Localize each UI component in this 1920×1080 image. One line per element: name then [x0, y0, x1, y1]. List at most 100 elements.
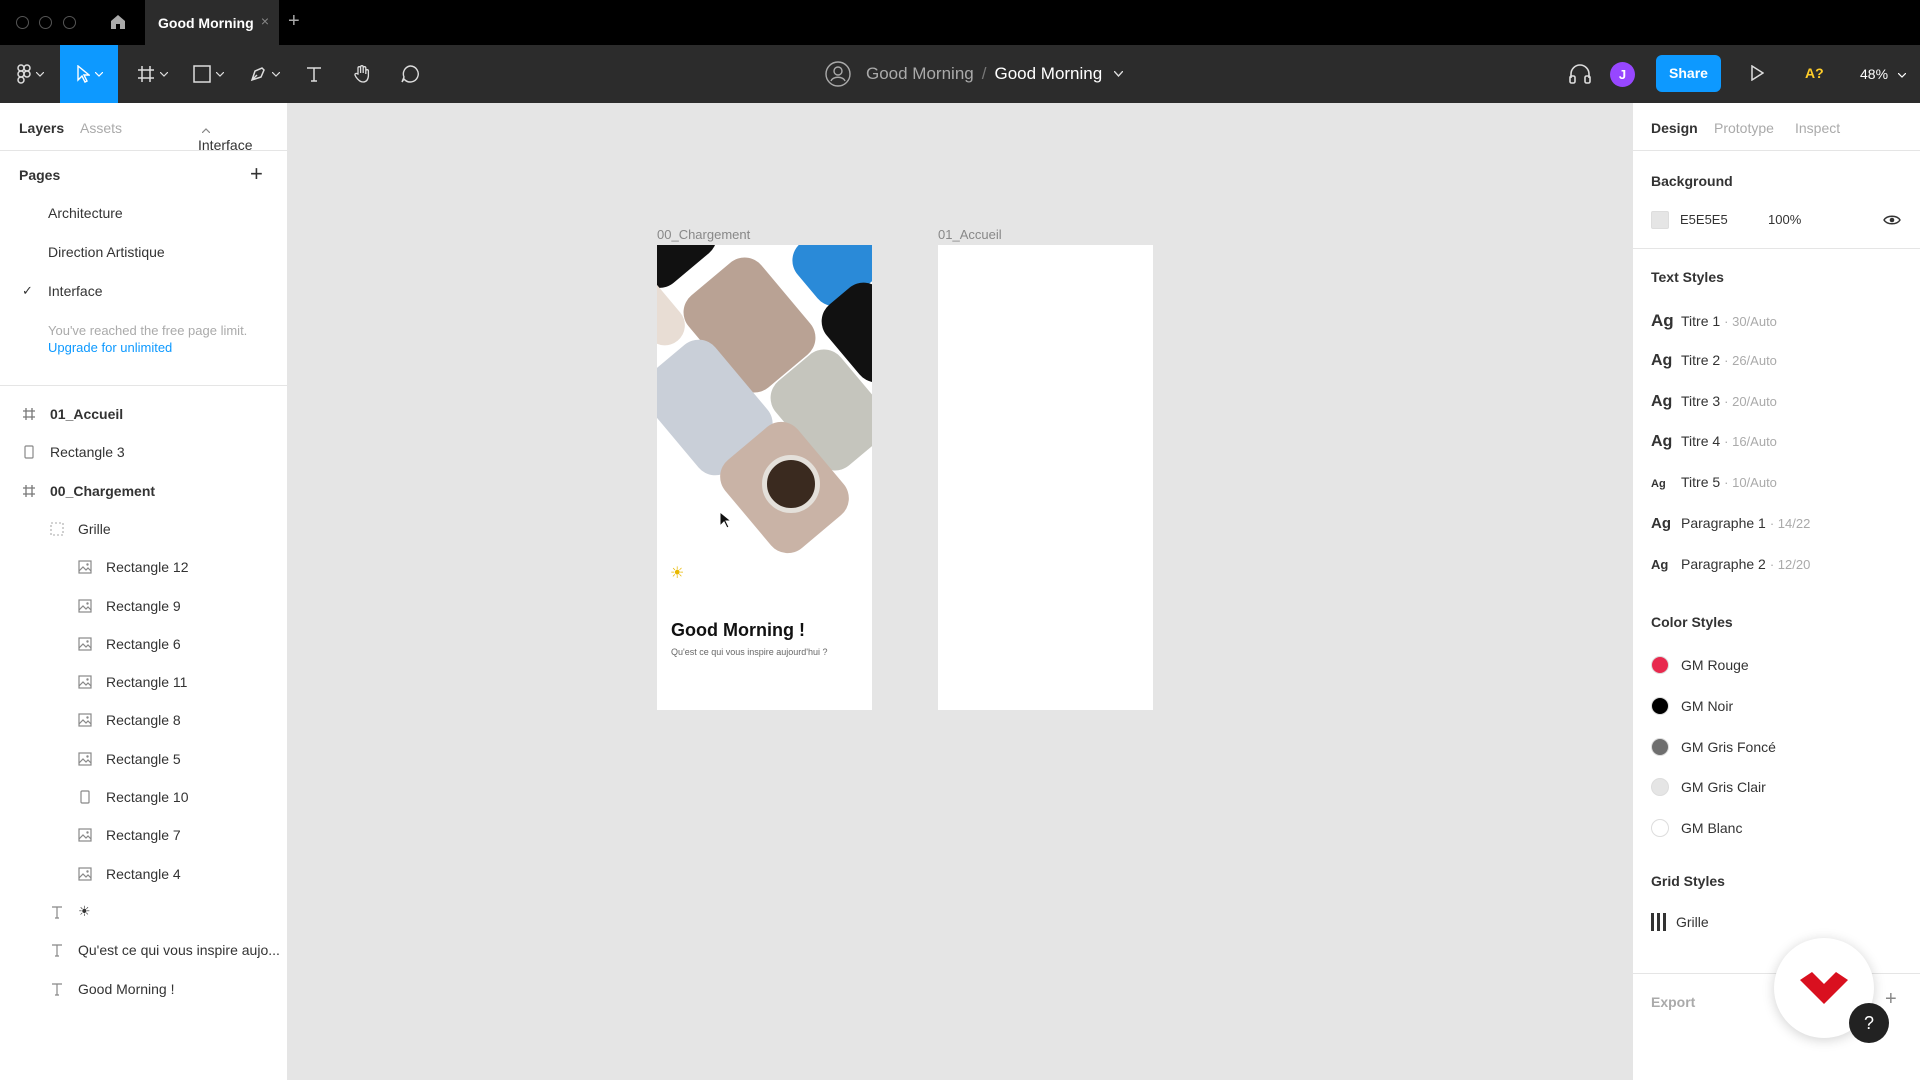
breadcrumb-separator: /: [981, 64, 987, 83]
background-opacity[interactable]: 100%: [1768, 212, 1801, 227]
image-icon: [74, 598, 96, 613]
color-style-item[interactable]: GM Gris Foncé: [1651, 737, 1776, 756]
check-icon: ✓: [22, 283, 33, 298]
text-style-meta: · 30/Auto: [1724, 314, 1777, 329]
layer-row[interactable]: Grille: [46, 510, 111, 548]
layer-row[interactable]: Good Morning !: [46, 970, 175, 1008]
layer-row[interactable]: Qu'est ce qui vous inspire aujo...: [46, 931, 280, 969]
comment-icon: [401, 65, 419, 83]
text-style-meta: · 26/Auto: [1724, 352, 1777, 368]
tab-layers[interactable]: Layers: [19, 120, 64, 136]
main-menu-button[interactable]: [10, 45, 50, 103]
properties-panel: Design Prototype Inspect Background E5E5…: [1632, 103, 1920, 1080]
frame-label-accueil[interactable]: 01_Accueil: [938, 227, 1002, 242]
window-minimize-button[interactable]: [39, 16, 52, 29]
text-tool-button[interactable]: [300, 45, 328, 103]
layer-row[interactable]: Rectangle 10: [74, 778, 189, 816]
layer-row[interactable]: Rectangle 9: [74, 587, 181, 625]
canvas[interactable]: 00_Chargement ☀ Good Morning ! Qu'est ce…: [288, 103, 1632, 1080]
mouse-cursor-icon: [719, 511, 732, 529]
frame-label-chargement[interactable]: 00_Chargement: [657, 227, 750, 242]
chevron-up-icon: [201, 128, 211, 134]
layer-label: Rectangle 3: [50, 444, 125, 461]
layer-row[interactable]: Rectangle 12: [74, 548, 189, 586]
move-tool-button[interactable]: [60, 45, 118, 103]
headphones-icon[interactable]: [1568, 63, 1592, 90]
layer-row[interactable]: Rectangle 3: [18, 433, 125, 471]
layer-row[interactable]: Rectangle 7: [74, 816, 181, 854]
color-style-item[interactable]: GM Blanc: [1651, 819, 1742, 838]
eye-icon[interactable]: [1883, 213, 1901, 231]
pen-tool-button[interactable]: [242, 45, 286, 103]
page-item-direction-artistique[interactable]: Direction Artistique: [48, 244, 165, 260]
grid-style-item[interactable]: Grille: [1651, 913, 1709, 931]
hand-tool-button[interactable]: [348, 45, 376, 103]
layer-label: Rectangle 4: [106, 865, 181, 882]
background-swatch[interactable]: [1651, 211, 1669, 229]
layer-row[interactable]: ☀: [46, 893, 91, 931]
frame-icon: [18, 407, 40, 421]
text-style-item[interactable]: Ag Titre 2 · 26/Auto: [1651, 352, 1777, 370]
text-style-item[interactable]: Ag Titre 1 · 30/Auto: [1651, 311, 1777, 331]
layer-row[interactable]: Rectangle 8: [74, 701, 181, 739]
zoom-level[interactable]: 48%: [1860, 66, 1907, 82]
color-style-item[interactable]: GM Noir: [1651, 696, 1733, 715]
frame-accueil[interactable]: [938, 245, 1153, 710]
color-styles-title: Color Styles: [1651, 614, 1733, 630]
page-item-interface[interactable]: Interface: [48, 283, 102, 299]
tab-design[interactable]: Design: [1651, 120, 1698, 136]
layer-row[interactable]: 01_Accueil: [18, 395, 123, 433]
chevron-down-icon: [271, 71, 280, 77]
play-icon[interactable]: [1750, 64, 1765, 86]
share-button[interactable]: Share: [1656, 55, 1721, 92]
breadcrumb-team[interactable]: Good Morning: [866, 64, 974, 84]
file-tab[interactable]: Good Morning ×: [145, 0, 279, 45]
font-warning-button[interactable]: A?: [1805, 65, 1824, 81]
layer-label: Rectangle 10: [106, 789, 189, 805]
text-icon: [307, 67, 321, 82]
add-export-icon[interactable]: +: [1885, 988, 1897, 1011]
frame-tool-button[interactable]: [130, 45, 174, 103]
chevron-down-icon: [1897, 72, 1907, 78]
layer-row[interactable]: Rectangle 6: [74, 625, 181, 663]
add-page-icon[interactable]: +: [250, 161, 263, 187]
layer-row[interactable]: Rectangle 4: [74, 855, 181, 893]
frame-chargement[interactable]: ☀ Good Morning ! Qu'est ce qui vous insp…: [657, 245, 872, 710]
text-style-item[interactable]: Ag Paragraphe 1 · 14/22: [1651, 515, 1810, 532]
window-zoom-button[interactable]: [63, 16, 76, 29]
color-style-item[interactable]: GM Gris Clair: [1651, 778, 1766, 797]
breadcrumb-file[interactable]: Good Morning: [994, 64, 1102, 84]
text-style-name: Paragraphe 2: [1681, 555, 1766, 572]
text-style-item[interactable]: Ag Paragraphe 2 · 12/20: [1651, 556, 1810, 572]
comment-tool-button[interactable]: [396, 45, 424, 103]
text-style-item[interactable]: Ag Titre 5 · 10/Auto: [1651, 474, 1777, 490]
layer-row[interactable]: Rectangle 11: [74, 663, 187, 701]
text-style-item[interactable]: Ag Titre 3 · 20/Auto: [1651, 393, 1777, 411]
text-style-item[interactable]: Ag Titre 4 · 16/Auto: [1651, 433, 1777, 451]
new-tab-icon[interactable]: +: [288, 10, 300, 33]
color-style-item[interactable]: GM Rouge: [1651, 656, 1749, 674]
page-item-architecture[interactable]: Architecture: [48, 205, 123, 221]
background-hex[interactable]: E5E5E5: [1680, 212, 1728, 227]
tab-assets[interactable]: Assets: [80, 120, 122, 136]
window-close-button[interactable]: [16, 16, 29, 29]
color-swatch: [1651, 819, 1669, 838]
rectangle-icon: [18, 445, 40, 459]
layer-row[interactable]: 00_Chargement: [18, 472, 155, 510]
color-swatch: [1651, 737, 1669, 756]
close-tab-icon[interactable]: ×: [261, 13, 269, 29]
help-button[interactable]: ?: [1849, 1003, 1889, 1043]
home-icon[interactable]: [108, 12, 128, 32]
layer-label: Qu'est ce qui vous inspire aujo...: [78, 942, 280, 959]
color-swatch: [1651, 696, 1669, 715]
layer-row[interactable]: Rectangle 5: [74, 740, 181, 778]
pages-title: Pages: [19, 167, 61, 183]
shape-tool-button[interactable]: [186, 45, 230, 103]
tab-prototype[interactable]: Prototype: [1714, 120, 1774, 136]
page-selector[interactable]: Interface: [198, 120, 252, 153]
text-style-sample: Ag: [1651, 556, 1669, 572]
user-avatar[interactable]: J: [1610, 62, 1635, 87]
tab-inspect[interactable]: Inspect: [1795, 120, 1840, 136]
upgrade-link[interactable]: Upgrade for unlimited: [48, 340, 172, 355]
text-style-meta: · 16/Auto: [1724, 434, 1777, 450]
